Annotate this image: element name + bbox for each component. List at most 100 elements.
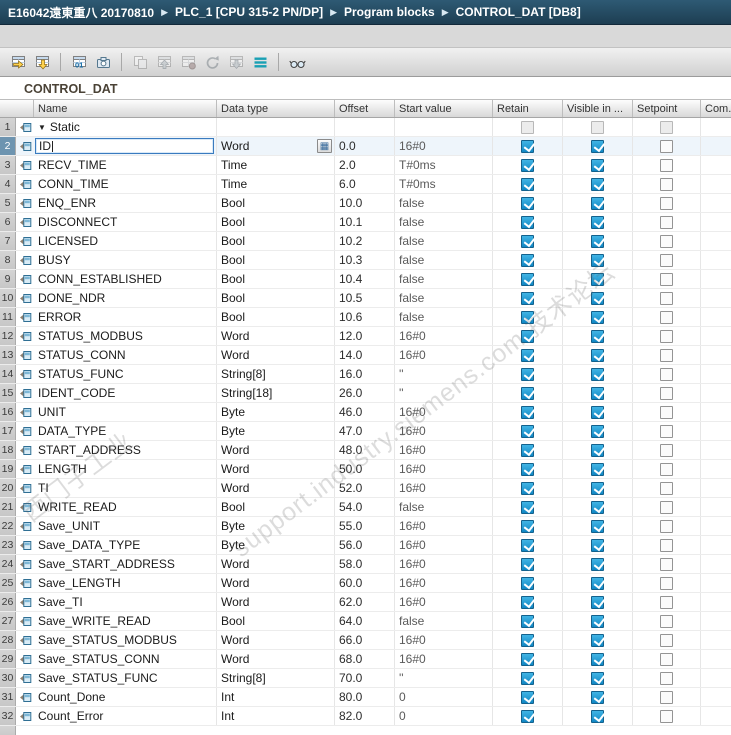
visible-checkbox[interactable]	[591, 671, 604, 685]
setpoint-checkbox[interactable]	[660, 576, 673, 590]
comment-cell[interactable]	[701, 688, 731, 706]
setpoint-checkbox[interactable]	[660, 272, 673, 286]
setpoint-checkbox[interactable]	[660, 500, 673, 514]
offset-cell[interactable]: 10.1	[335, 213, 395, 231]
comment-cell[interactable]	[701, 650, 731, 668]
row-number[interactable]: 28	[0, 631, 16, 649]
visible-checkbox[interactable]	[591, 652, 604, 666]
visible-checkbox[interactable]	[591, 519, 604, 533]
setpoint-checkbox[interactable]	[660, 424, 673, 438]
start-value-cell[interactable]: 16#0	[395, 631, 493, 649]
name-cell[interactable]: RECV_TIME	[34, 156, 217, 174]
row-number[interactable]: 3	[0, 156, 16, 174]
retain-checkbox[interactable]	[521, 443, 534, 457]
start-value-cell[interactable]: false	[395, 289, 493, 307]
retain-checkbox[interactable]	[521, 253, 534, 267]
offset-cell[interactable]: 55.0	[335, 517, 395, 535]
offset-cell[interactable]: 62.0	[335, 593, 395, 611]
offset-cell[interactable]: 46.0	[335, 403, 395, 421]
comment-cell[interactable]	[701, 137, 731, 155]
row-number[interactable]: 32	[0, 707, 16, 725]
row-number[interactable]: 29	[0, 650, 16, 668]
expanded-mode-button[interactable]	[249, 51, 271, 73]
datatype-cell[interactable]: Word	[217, 441, 335, 459]
start-value-cell[interactable]: 16#0	[395, 479, 493, 497]
setpoint-checkbox[interactable]	[660, 367, 673, 381]
datatype-cell[interactable]: Bool	[217, 194, 335, 212]
setpoint-checkbox[interactable]	[660, 671, 673, 685]
row-number[interactable]: 27	[0, 612, 16, 630]
start-value-cell[interactable]: 16#0	[395, 650, 493, 668]
comment-cell[interactable]	[701, 631, 731, 649]
retain-checkbox[interactable]	[521, 424, 534, 438]
visible-checkbox[interactable]	[591, 595, 604, 609]
retain-checkbox[interactable]	[521, 614, 534, 628]
row-number[interactable]: 8	[0, 251, 16, 269]
offset-cell[interactable]: 10.3	[335, 251, 395, 269]
row-number[interactable]: 2	[0, 137, 16, 155]
visible-checkbox[interactable]	[591, 405, 604, 419]
start-value-cell[interactable]: 16#0	[395, 422, 493, 440]
name-cell[interactable]: Save_STATUS_FUNC	[34, 669, 217, 687]
start-value-cell[interactable]: ''	[395, 669, 493, 687]
start-value-cell[interactable]: 16#0	[395, 346, 493, 364]
offset-cell[interactable]: 47.0	[335, 422, 395, 440]
retain-checkbox[interactable]	[521, 500, 534, 514]
start-value-cell[interactable]: 16#0	[395, 593, 493, 611]
setpoint-checkbox[interactable]	[660, 709, 673, 723]
offset-cell[interactable]: 52.0	[335, 479, 395, 497]
name-cell[interactable]: CONN_TIME	[34, 175, 217, 193]
start-value-cell[interactable]: 16#0	[395, 536, 493, 554]
retain-checkbox[interactable]	[521, 519, 534, 533]
start-value-cell[interactable]: false	[395, 308, 493, 326]
setpoint-checkbox[interactable]	[660, 386, 673, 400]
datatype-cell[interactable]: Bool	[217, 213, 335, 231]
start-value-cell[interactable]: 16#0	[395, 517, 493, 535]
datatype-cell[interactable]: String[18]	[217, 384, 335, 402]
offset-cell[interactable]: 54.0	[335, 498, 395, 516]
name-cell[interactable]: CONN_ESTABLISHED	[34, 270, 217, 288]
row-number[interactable]: 30	[0, 669, 16, 687]
retain-checkbox[interactable]	[521, 690, 534, 704]
offset-cell[interactable]: 12.0	[335, 327, 395, 345]
row-number[interactable]: 23	[0, 536, 16, 554]
visible-checkbox[interactable]	[591, 386, 604, 400]
start-value-cell[interactable]: false	[395, 194, 493, 212]
visible-checkbox[interactable]	[591, 690, 604, 704]
datatype-cell[interactable]: Byte	[217, 536, 335, 554]
datatype-cell[interactable]	[217, 118, 335, 136]
comment-cell[interactable]	[701, 270, 731, 288]
setpoint-checkbox[interactable]	[660, 652, 673, 666]
retain-checkbox[interactable]	[521, 652, 534, 666]
start-value-cell[interactable]: false	[395, 498, 493, 516]
datatype-cell[interactable]: Bool	[217, 251, 335, 269]
start-value-cell[interactable]: ''	[395, 365, 493, 383]
name-cell[interactable]: ERROR	[34, 308, 217, 326]
name-cell[interactable]: LICENSED	[34, 232, 217, 250]
setpoint-checkbox[interactable]	[660, 234, 673, 248]
offset-cell[interactable]: 26.0	[335, 384, 395, 402]
name-edit-field[interactable]: ID	[35, 138, 214, 154]
start-value-cell[interactable]: false	[395, 270, 493, 288]
visible-checkbox[interactable]	[591, 348, 604, 362]
name-cell[interactable]: WRITE_READ	[34, 498, 217, 516]
name-cell[interactable]: Save_START_ADDRESS	[34, 555, 217, 573]
row-number[interactable]: 13	[0, 346, 16, 364]
start-value-cell[interactable]: 16#0	[395, 441, 493, 459]
retain-checkbox[interactable]	[521, 595, 534, 609]
comment-cell[interactable]	[701, 498, 731, 516]
offset-cell[interactable]: 68.0	[335, 650, 395, 668]
breadcrumb-item[interactable]: CONTROL_DAT [DB8]	[456, 5, 581, 19]
name-cell[interactable]: UNIT	[34, 403, 217, 421]
visible-checkbox[interactable]	[591, 310, 604, 324]
retain-checkbox[interactable]	[521, 671, 534, 685]
datatype-cell[interactable]: Word	[217, 327, 335, 345]
setpoint-checkbox[interactable]	[660, 557, 673, 571]
start-value-cell[interactable]: ''	[395, 384, 493, 402]
retain-checkbox[interactable]	[521, 158, 534, 172]
name-cell[interactable]: Save_UNIT	[34, 517, 217, 535]
visible-checkbox[interactable]	[591, 538, 604, 552]
datatype-cell[interactable]: Word	[217, 650, 335, 668]
comment-cell[interactable]	[701, 441, 731, 459]
setpoint-checkbox[interactable]	[660, 329, 673, 343]
